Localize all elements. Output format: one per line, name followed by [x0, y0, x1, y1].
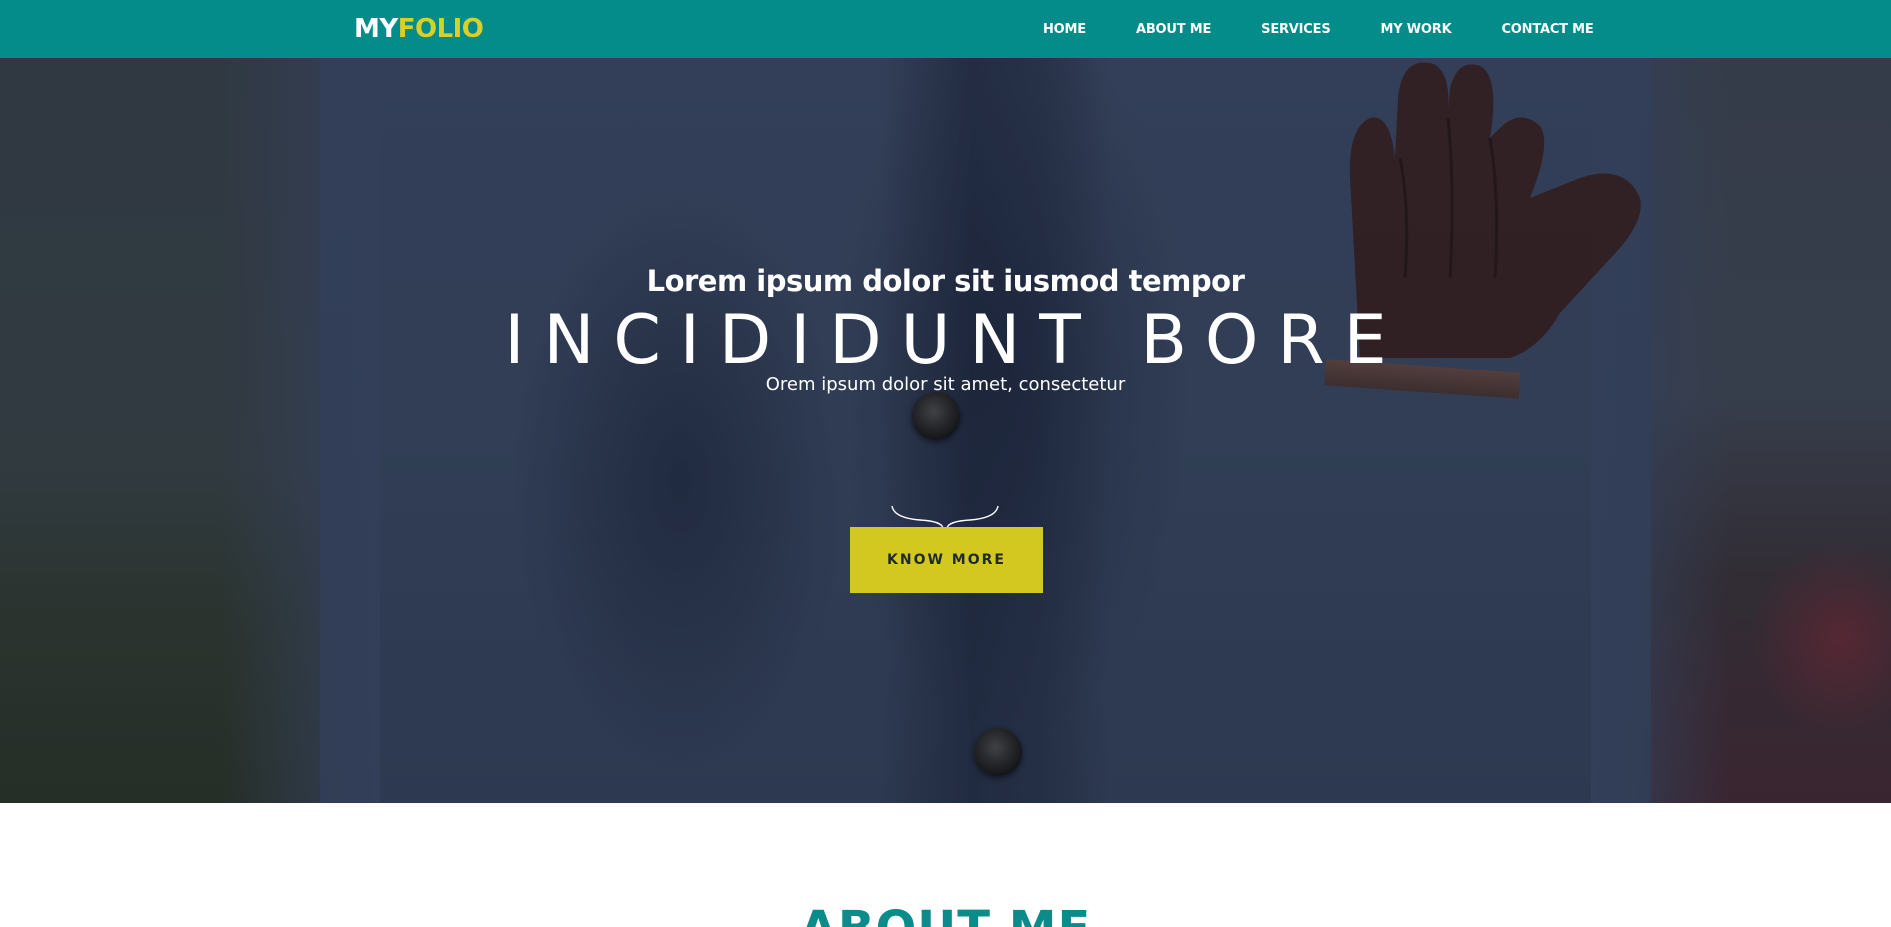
site-logo[interactable]: MYFOLIO: [354, 14, 484, 44]
nav-item-services[interactable]: SERVICES: [1261, 22, 1331, 37]
main-nav-menu: HOME ABOUT ME SERVICES MY WORK CONTACT M…: [1043, 0, 1594, 58]
about-heading: ABOUT ME: [0, 901, 1891, 927]
nav-item-contact-me[interactable]: CONTACT ME: [1501, 22, 1593, 37]
logo-part-folio: FOLIO: [397, 14, 484, 44]
nav-item-about-me[interactable]: ABOUT ME: [1136, 22, 1211, 37]
nav-item-my-work[interactable]: MY WORK: [1381, 22, 1452, 37]
know-more-button[interactable]: KNOW MORE: [850, 527, 1043, 593]
top-navbar: MYFOLIO HOME ABOUT ME SERVICES MY WORK C…: [0, 0, 1891, 58]
hero-tagline: Orem ipsum dolor sit amet, consectetur: [765, 374, 1126, 395]
logo-part-my: MY: [354, 14, 398, 44]
hero-section: Lorem ipsum dolor sit iusmod tempor INCI…: [0, 58, 1891, 803]
nav-item-home[interactable]: HOME: [1043, 22, 1086, 37]
about-section: ABOUT ME: [0, 803, 1891, 927]
hero-subtitle: Lorem ipsum dolor sit iusmod tempor: [646, 264, 1245, 298]
hero-content: Lorem ipsum dolor sit iusmod tempor INCI…: [0, 58, 1891, 803]
